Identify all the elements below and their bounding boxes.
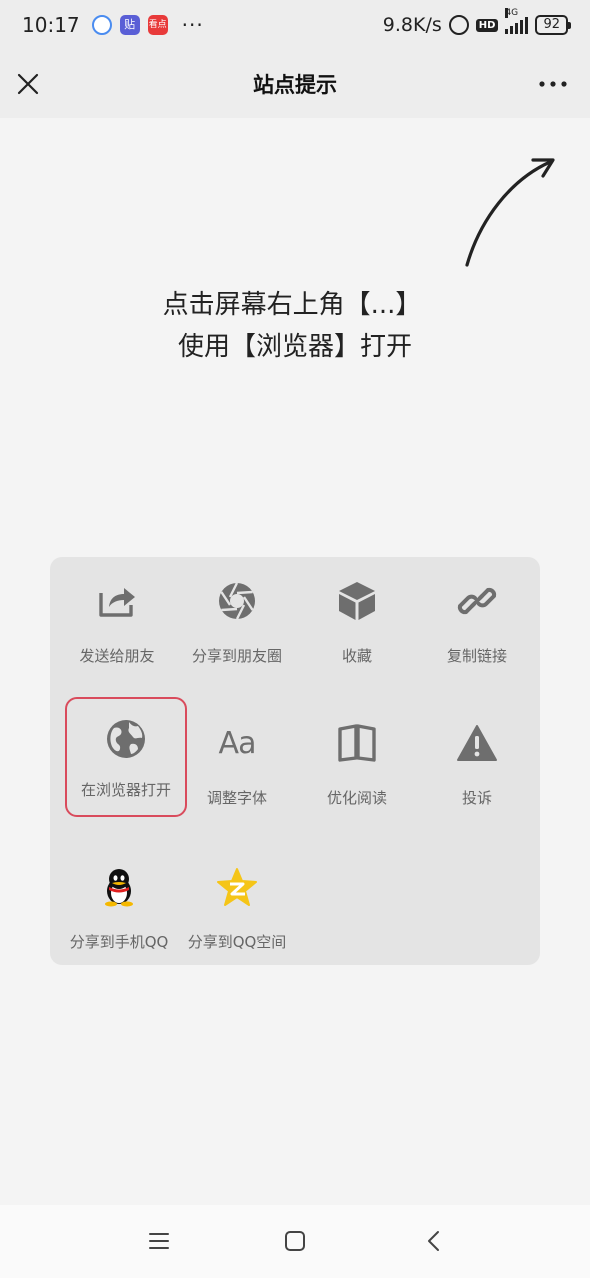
menu-icon [149,1233,169,1249]
hd-badge: HD [475,18,499,32]
adjust-font-button[interactable]: Aa 调整字体 [176,699,298,819]
share-icon [95,579,139,623]
status-right: 9.8K/s HD 4G 92 [382,8,571,36]
globe-icon [104,717,148,761]
signal-icon: 4G [505,8,529,34]
home-icon [285,1231,305,1251]
item-label: 分享到手机QQ [69,933,169,951]
report-button[interactable]: 投诉 [416,699,538,819]
cloud-app-icon [91,15,112,35]
item-label: 调整字体 [206,789,267,807]
qq-icon [97,865,141,909]
link-icon [455,579,499,623]
item-label: 在浏览器打开 [80,781,171,799]
favorite-cube-icon [335,579,379,623]
item-label: 分享到QQ空间 [187,933,287,951]
share-to-qq-button[interactable]: 分享到手机QQ [58,843,180,963]
back-icon [428,1231,439,1251]
hint-line-2: 使用【浏览器】打开 [177,332,412,362]
news-app-icon: 看点 [147,15,168,35]
favorite-button[interactable]: 收藏 [296,557,418,677]
item-label: 复制链接 [446,647,507,665]
page-title: 站点提示 [253,73,337,97]
share-to-qzone-button[interactable]: 分享到QQ空间 [176,843,298,963]
hint-line-1: 点击屏幕右上角【...】 [162,290,422,320]
home-button[interactable] [283,1229,307,1253]
item-label: 投诉 [461,789,492,807]
font-icon: Aa [215,721,259,765]
alarm-icon [448,15,469,35]
more-button[interactable] [538,72,568,96]
more-dots-icon [539,81,567,87]
close-icon [17,73,39,95]
item-label: 分享到朋友圈 [191,647,282,665]
item-label: 优化阅读 [326,789,387,807]
status-time: 10:17 [22,13,80,37]
send-to-friend-button[interactable]: 发送给朋友 [56,557,178,677]
warning-icon [455,721,499,765]
copy-link-button[interactable]: 复制链接 [416,557,538,677]
share-to-moments-button[interactable]: 分享到朋友圈 [176,557,298,677]
close-button[interactable] [16,72,40,96]
back-button[interactable] [422,1229,446,1253]
font-glyph: Aa [218,725,257,761]
more-notifications-icon: ··· [181,13,204,37]
battery-icon: 92 [535,15,571,35]
status-bar: 10:17 贴 看点 ··· 9.8K/s HD 4G 92 [0,0,590,50]
item-label: 收藏 [341,647,372,665]
share-panel: 发送给朋友 分享到朋友圈 收藏 复制链接 在浏览器打开 Aa 调整字体 优化阅读… [50,557,540,965]
item-label: 发送给朋友 [79,647,155,665]
system-nav-bar [0,1205,590,1278]
moments-icon [215,579,259,623]
pointer-arrow-icon [465,158,555,267]
nav-bar: 站点提示 [0,50,590,118]
menu-button[interactable] [147,1229,171,1253]
status-left: 10:17 贴 看点 ··· [22,13,204,37]
network-speed: 9.8K/s [382,14,442,36]
tieba-app-icon: 贴 [119,15,140,35]
battery-level: 92 [543,17,560,32]
qzone-icon [215,865,259,909]
reader-mode-button[interactable]: 优化阅读 [296,699,418,819]
book-icon [335,721,379,765]
open-in-browser-button[interactable]: 在浏览器打开 [65,697,187,817]
network-type: 4G [505,8,519,18]
